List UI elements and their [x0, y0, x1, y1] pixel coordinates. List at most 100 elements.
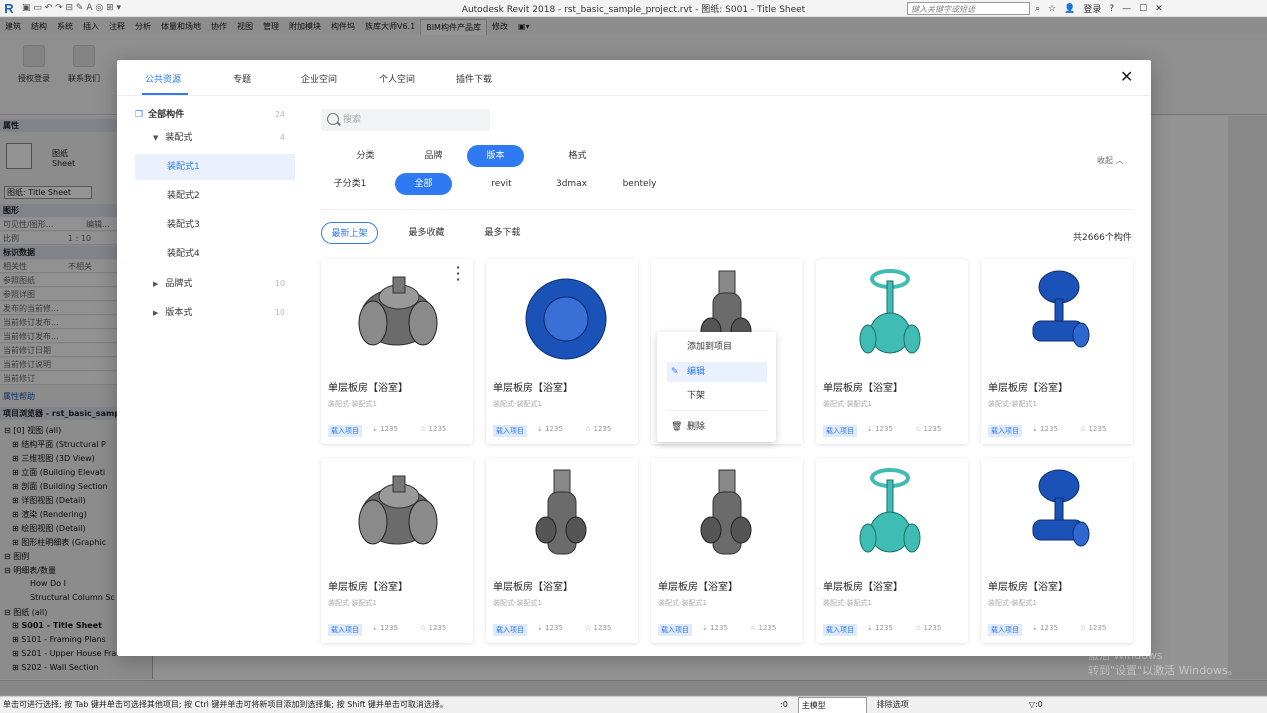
star-icon[interactable]: ☆ — [915, 624, 924, 632]
star-icon[interactable]: ☆ — [585, 425, 594, 433]
load-to-project-button[interactable]: 载入项目 — [988, 624, 1022, 636]
tab-plugins[interactable]: 插件下载 — [456, 72, 492, 85]
tree-item[interactable]: 装配式3 — [135, 212, 295, 238]
component-card[interactable]: 单层板房【浴室】装配式-装配式1载入项目⇣ 1235☆ 1235 — [486, 458, 638, 643]
favorite-count-value: 1235 — [924, 624, 942, 632]
component-card[interactable]: 单层板房【浴室】装配式-装配式1载入项目⇣ 1235☆ 1235 — [816, 458, 968, 643]
star-icon[interactable]: ☆ — [585, 624, 594, 632]
tree-item[interactable]: ▼装配式4 — [135, 125, 295, 151]
filter-count[interactable]: ▽:0 — [1029, 697, 1043, 713]
tree-item[interactable]: 装配式2 — [135, 183, 295, 209]
load-to-project-button[interactable]: 载入项目 — [493, 624, 527, 636]
tree-item[interactable]: ▶版本式10 — [135, 300, 295, 326]
star-icon[interactable]: ☆ — [915, 425, 924, 433]
load-to-project-button[interactable]: 载入项目 — [823, 624, 857, 636]
sort-option[interactable]: 最多下载 — [474, 222, 531, 244]
login-link[interactable]: 登录 — [1083, 2, 1101, 15]
component-card[interactable]: 单层板房【浴室】装配式-装配式1载入项目⇣ 1235☆ 1235· · · — [321, 259, 473, 444]
subfilter-chip[interactable]: 子分类1 — [321, 173, 379, 195]
subfilter-chip[interactable]: 3dmax — [543, 173, 600, 195]
star-icon[interactable]: ☆ — [1080, 425, 1089, 433]
user-icon[interactable]: 👤 — [1064, 4, 1075, 14]
filter-chip[interactable]: 版本 — [467, 145, 524, 167]
download-icon: ⇣ — [1032, 425, 1040, 433]
exclude-options-toggle[interactable]: 排除选项 — [877, 697, 909, 713]
star-icon[interactable]: ☆ — [1048, 4, 1056, 14]
more-options-icon[interactable]: · · · — [456, 265, 460, 283]
context-menu-label: 删除 — [687, 422, 705, 432]
close-icon[interactable]: ✕ — [1120, 67, 1133, 86]
subfilter-chip[interactable]: bentely — [611, 173, 668, 195]
bim-library-dialog: ✕ 公共资源专题企业空间个人空间插件下载 ❒全部构件24▼装配式4装配式1装配式… — [117, 60, 1151, 656]
maximize-button[interactable]: ☐ — [1139, 4, 1147, 14]
context-menu-item[interactable]: 下架 — [667, 386, 767, 406]
tab-public[interactable]: 公共资源 — [145, 72, 181, 85]
favorite-count: ☆ 1235 — [585, 624, 611, 632]
component-card[interactable]: 单层板房【浴室】装配式-装配式1载入项目⇣ 1235☆ 1235 — [981, 259, 1133, 444]
context-menu-item[interactable]: ✎编辑 — [667, 362, 767, 382]
revit-logo-icon[interactable]: R — [0, 1, 18, 16]
tab-enterprise[interactable]: 企业空间 — [301, 72, 337, 85]
filter-chip[interactable]: 格式 — [549, 145, 606, 167]
filter-chip[interactable]: 品牌 — [405, 145, 462, 167]
component-card[interactable]: 单层板房【浴室】装配式-装配式1载入项目⇣ 1235☆ 1235 — [816, 259, 968, 444]
load-to-project-button[interactable]: 载入项目 — [328, 624, 362, 636]
model-selector[interactable]: 主模型 — [798, 697, 867, 713]
download-icon: ⇣ — [537, 425, 545, 433]
load-to-project-button[interactable]: 载入项目 — [988, 425, 1022, 437]
star-icon[interactable]: ☆ — [420, 624, 429, 632]
tab-topics[interactable]: 专题 — [233, 72, 251, 85]
close-window-button[interactable]: ✕ — [1155, 4, 1163, 14]
sort-option[interactable]: 最多收藏 — [398, 222, 455, 244]
component-card[interactable]: 单层板房【浴室】装配式-装配式1载入项目⇣ 1235☆ 1235 — [981, 458, 1133, 643]
favorite-count: ☆ 1235 — [585, 425, 611, 433]
filter-chip[interactable]: 分类 — [337, 145, 394, 167]
tree-item-label: 装配式2 — [167, 191, 200, 201]
help-search-input[interactable]: 键入关键字或短语 — [907, 2, 1030, 15]
collapse-toggle[interactable]: 收起 ︿ — [1097, 155, 1124, 166]
download-count: ⇣ 1235 — [537, 425, 563, 433]
tree-item-label: 装配式3 — [167, 220, 200, 230]
card-subtitle: 装配式-装配式1 — [493, 598, 542, 608]
sort-option[interactable]: 最新上架 — [321, 222, 378, 244]
star-icon[interactable]: ☆ — [750, 624, 759, 632]
load-to-project-button[interactable]: 载入项目 — [493, 425, 527, 437]
card-title: 单层板房【浴室】 — [328, 578, 408, 593]
load-to-project-button[interactable]: 载入项目 — [658, 624, 692, 636]
active-tab-indicator — [142, 93, 188, 95]
favorite-count-value: 1235 — [594, 425, 612, 433]
caret-down-icon: ▼ — [153, 134, 158, 142]
tab-personal[interactable]: 个人空间 — [379, 72, 415, 85]
gate-valve-icon — [981, 458, 1133, 576]
context-menu-item[interactable]: 添加到项目 — [667, 337, 767, 357]
component-card[interactable]: 单层板房【浴室】装配式-装配式1载入项目⇣ 1235☆ 1235 — [486, 259, 638, 444]
star-icon[interactable]: ☆ — [1080, 624, 1089, 632]
search-placeholder: 搜索 — [343, 115, 361, 125]
favorite-count-value: 1235 — [594, 624, 612, 632]
search-input[interactable]: 搜索 — [321, 109, 490, 131]
component-card[interactable]: 单层板房【浴室】装配式-装配式1载入项目⇣ 1235☆ 1235 — [321, 458, 473, 643]
context-menu-divider — [667, 410, 767, 411]
help-icon[interactable]: ? — [1109, 4, 1114, 14]
subfilter-chip[interactable]: revit — [473, 173, 530, 195]
context-menu-item[interactable]: 🗑删除 — [667, 417, 767, 437]
load-to-project-button[interactable]: 载入项目 — [328, 425, 362, 437]
total-count: 共2666个构件 — [1073, 230, 1132, 243]
component-card[interactable]: 单层板房【浴室】装配式-装配式1载入项目⇣ 1235☆ 1235 — [651, 458, 803, 643]
download-icon: ⇣ — [867, 624, 875, 632]
favorite-count-value: 1235 — [429, 425, 447, 433]
star-icon[interactable]: ☆ — [420, 425, 429, 433]
tree-item[interactable]: 装配式1 — [135, 154, 295, 180]
minimize-button[interactable]: — — [1122, 4, 1131, 14]
globe-valve-icon — [816, 458, 968, 576]
card-subtitle: 装配式-装配式1 — [328, 598, 377, 608]
tree-item[interactable]: ▶品牌式10 — [135, 271, 295, 297]
download-count: ⇣ 1235 — [1032, 425, 1058, 433]
download-count: ⇣ 1235 — [867, 624, 893, 632]
edit-icon: ✎ — [671, 362, 679, 382]
search-icon[interactable]: ⌕ — [1035, 4, 1040, 14]
load-to-project-button[interactable]: 载入项目 — [823, 425, 857, 437]
subfilter-chip[interactable]: 全部 — [395, 173, 452, 195]
quick-access-toolbar[interactable]: ▣ ▭ ↶ ↷ ⊟ ✎ A ◎ ⊞ ▾ — [22, 3, 121, 13]
tree-item[interactable]: 装配式4 — [135, 241, 295, 267]
